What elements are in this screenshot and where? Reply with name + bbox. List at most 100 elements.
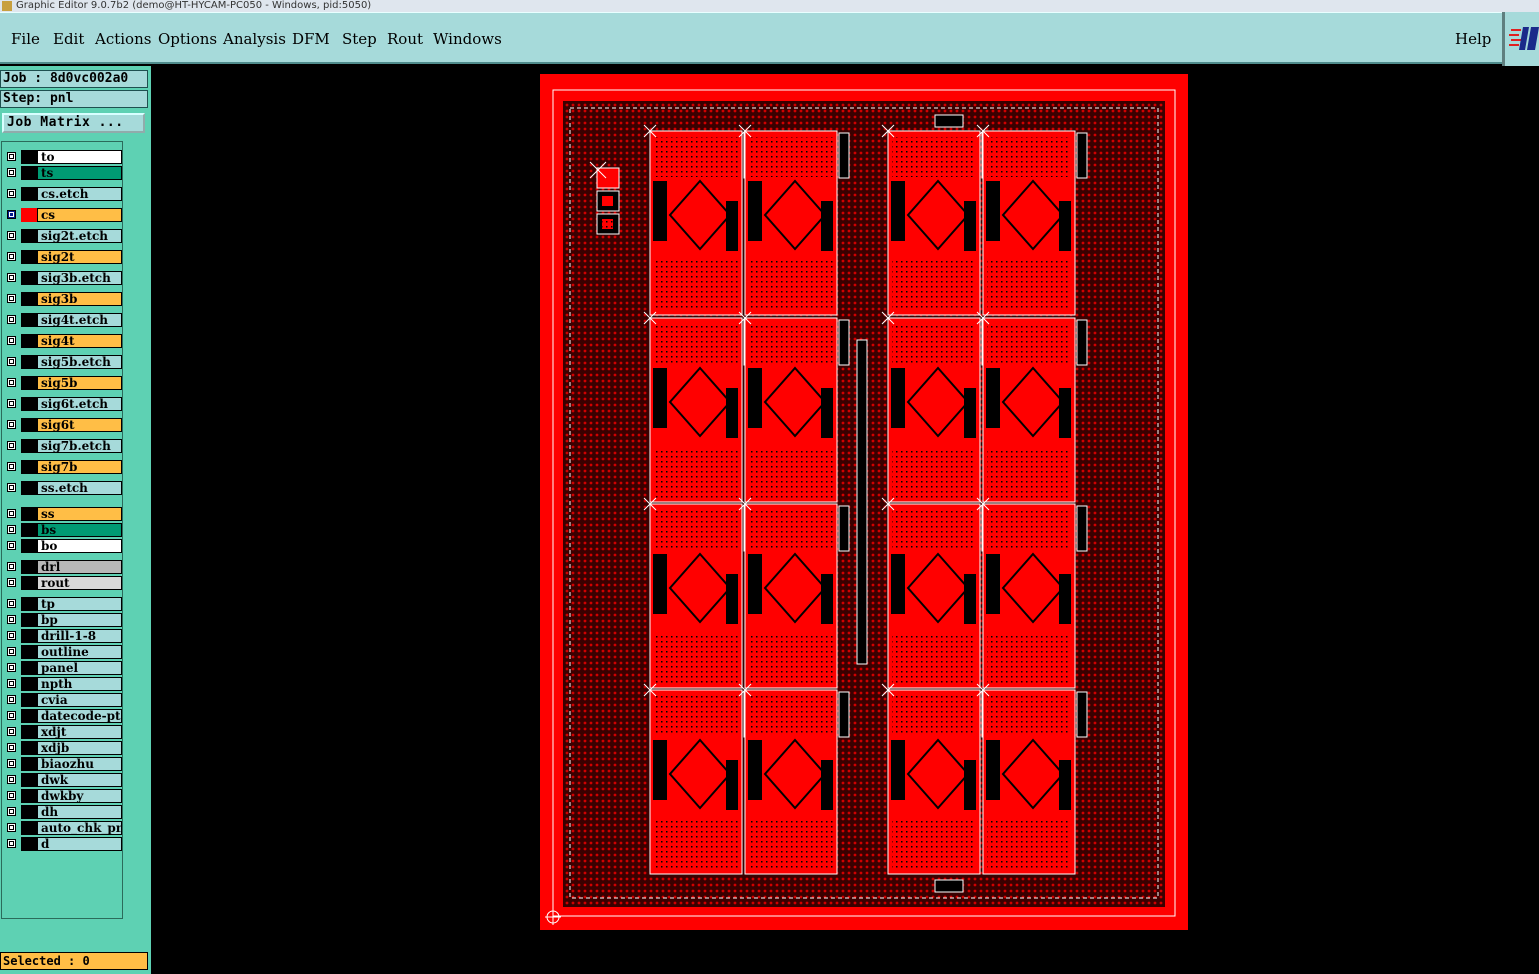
layer-row-outline[interactable]: outline — [4, 645, 122, 659]
layer-name[interactable]: panel — [37, 661, 122, 675]
layer-color-swatch[interactable] — [21, 805, 37, 819]
layer-row-panel[interactable]: panel — [4, 661, 122, 675]
layer-row-bp[interactable]: bp — [4, 613, 122, 627]
layer-color-swatch[interactable] — [21, 613, 37, 627]
layer-row-cs-etch[interactable]: cs.etch — [4, 187, 122, 201]
layer-color-swatch[interactable] — [21, 560, 37, 574]
layer-color-swatch[interactable] — [21, 725, 37, 739]
layer-color-swatch[interactable] — [21, 576, 37, 590]
layer-row-datecode-pt[interactable]: datecode-pt — [4, 709, 122, 723]
layer-checkbox[interactable] — [7, 727, 16, 736]
layer-row-cvia[interactable]: cvia — [4, 693, 122, 707]
layer-checkbox[interactable] — [7, 378, 16, 387]
layer-row-xdjb[interactable]: xdjb — [4, 741, 122, 755]
layer-name[interactable]: tp — [37, 597, 122, 611]
layer-checkbox[interactable] — [7, 599, 16, 608]
layer-checkbox[interactable] — [7, 759, 16, 768]
layer-name[interactable]: sig4t.etch — [37, 313, 122, 327]
layer-name[interactable]: cs — [37, 208, 122, 222]
layer-row-rout[interactable]: rout — [4, 576, 122, 590]
layer-name[interactable]: drill-1-8 — [37, 629, 122, 643]
menu-rout[interactable]: Rout — [387, 30, 423, 48]
layer-color-swatch[interactable] — [21, 597, 37, 611]
layer-name[interactable]: drl — [37, 560, 122, 574]
layer-checkbox[interactable] — [7, 541, 16, 550]
layer-color-swatch[interactable] — [21, 313, 37, 327]
layer-row-sig4t[interactable]: sig4t — [4, 334, 122, 348]
layer-row-sig2t[interactable]: sig2t — [4, 250, 122, 264]
layer-color-swatch[interactable] — [21, 397, 37, 411]
layer-row-ss[interactable]: ss — [4, 507, 122, 521]
layer-checkbox[interactable] — [7, 210, 16, 219]
layer-row-sig6t-etch[interactable]: sig6t.etch — [4, 397, 122, 411]
layer-checkbox[interactable] — [7, 631, 16, 640]
layer-row-bo[interactable]: bo — [4, 539, 122, 553]
layer-row-cs[interactable]: cs — [4, 208, 122, 222]
layer-color-swatch[interactable] — [21, 741, 37, 755]
layer-color-swatch[interactable] — [21, 150, 37, 164]
layer-checkbox[interactable] — [7, 695, 16, 704]
layer-checkbox[interactable] — [7, 483, 16, 492]
layer-name[interactable]: sig5b — [37, 376, 122, 390]
layer-row-npth[interactable]: npth — [4, 677, 122, 691]
layer-name[interactable]: sig2t — [37, 250, 122, 264]
layer-color-swatch[interactable] — [21, 677, 37, 691]
menu-edit[interactable]: Edit — [53, 30, 84, 48]
layer-checkbox[interactable] — [7, 615, 16, 624]
layer-checkbox[interactable] — [7, 562, 16, 571]
layer-row-drl[interactable]: drl — [4, 560, 122, 574]
layer-name[interactable]: ts — [37, 166, 122, 180]
layer-name[interactable]: sig3b.etch — [37, 271, 122, 285]
layer-color-swatch[interactable] — [21, 439, 37, 453]
layer-name[interactable]: bp — [37, 613, 122, 627]
layer-checkbox[interactable] — [7, 231, 16, 240]
layer-row-tp[interactable]: tp — [4, 597, 122, 611]
layer-name[interactable]: dh — [37, 805, 122, 819]
menu-actions[interactable]: Actions — [95, 30, 151, 48]
layer-name[interactable]: sig6t.etch — [37, 397, 122, 411]
layer-row-dwkby[interactable]: dwkby — [4, 789, 122, 803]
layer-color-swatch[interactable] — [21, 271, 37, 285]
layer-color-swatch[interactable] — [21, 523, 37, 537]
layer-color-swatch[interactable] — [21, 229, 37, 243]
menu-step[interactable]: Step — [342, 30, 377, 48]
graphic-canvas[interactable] — [151, 66, 1539, 974]
layer-checkbox[interactable] — [7, 647, 16, 656]
layer-checkbox[interactable] — [7, 189, 16, 198]
layer-name[interactable]: cvia — [37, 693, 122, 707]
layer-row-bs[interactable]: bs — [4, 523, 122, 537]
layer-row-sig5b[interactable]: sig5b — [4, 376, 122, 390]
layer-color-swatch[interactable] — [21, 187, 37, 201]
layer-color-swatch[interactable] — [21, 693, 37, 707]
layer-name[interactable]: d — [37, 837, 122, 851]
layer-checkbox[interactable] — [7, 168, 16, 177]
layer-color-swatch[interactable] — [21, 208, 37, 222]
layer-row-d[interactable]: d — [4, 837, 122, 851]
layer-name[interactable]: sig3b — [37, 292, 122, 306]
layer-row-sig2t-etch[interactable]: sig2t.etch — [4, 229, 122, 243]
layer-checkbox[interactable] — [7, 273, 16, 282]
layer-name[interactable]: biaozhu — [37, 757, 122, 771]
layer-color-swatch[interactable] — [21, 709, 37, 723]
layer-name[interactable]: bs — [37, 523, 122, 537]
layer-color-swatch[interactable] — [21, 629, 37, 643]
layer-color-swatch[interactable] — [21, 837, 37, 851]
layer-name[interactable]: xdjt — [37, 725, 122, 739]
layer-color-swatch[interactable] — [21, 757, 37, 771]
layer-row-ss-etch[interactable]: ss.etch — [4, 481, 122, 495]
layer-name[interactable]: bo — [37, 539, 122, 553]
layer-color-swatch[interactable] — [21, 166, 37, 180]
layer-color-swatch[interactable] — [21, 773, 37, 787]
layer-checkbox[interactable] — [7, 743, 16, 752]
layer-checkbox[interactable] — [7, 336, 16, 345]
layer-name[interactable]: sig5b.etch — [37, 355, 122, 369]
layer-checkbox[interactable] — [7, 252, 16, 261]
layer-checkbox[interactable] — [7, 315, 16, 324]
layer-name[interactable]: dwkby — [37, 789, 122, 803]
layer-name[interactable]: rout — [37, 576, 122, 590]
layer-row-dwk[interactable]: dwk — [4, 773, 122, 787]
layer-checkbox[interactable] — [7, 679, 16, 688]
layer-name[interactable]: sig7b — [37, 460, 122, 474]
layer-row-drill-1-8[interactable]: drill-1-8 — [4, 629, 122, 643]
layer-name[interactable]: cs.etch — [37, 187, 122, 201]
